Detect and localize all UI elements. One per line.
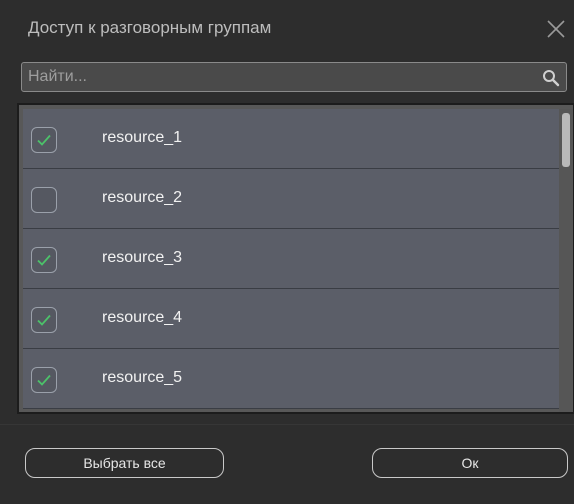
divider (0, 424, 574, 425)
dialog-title: Доступ к разговорным группам (28, 18, 272, 37)
search-icon[interactable] (542, 69, 560, 87)
list-item-label: resource_2 (102, 189, 183, 206)
list-item[interactable]: resource_4 (23, 289, 559, 349)
list-item-label: resource_4 (102, 309, 183, 326)
checkmark-icon (37, 314, 51, 326)
list-item[interactable]: resource_1 (23, 109, 559, 169)
checkmark-icon (37, 374, 51, 386)
list-item[interactable]: resource_3 (23, 229, 559, 289)
title-bar: Доступ к разговорным группам (0, 0, 574, 58)
resource-rows: resource_1 resource_2 resource_3 resourc… (23, 109, 559, 409)
search-input[interactable] (28, 63, 538, 91)
checkbox[interactable] (31, 127, 57, 153)
list-item[interactable]: resource_2 (23, 169, 559, 229)
ok-button[interactable]: Ок (372, 448, 568, 478)
search-box (21, 62, 567, 92)
list-item-label: resource_3 (102, 249, 183, 266)
checkmark-icon (37, 254, 51, 266)
checkbox[interactable] (31, 187, 57, 213)
checkbox[interactable] (31, 367, 57, 393)
checkmark-icon (37, 134, 51, 146)
list-item-label: resource_5 (102, 369, 183, 386)
scrollbar[interactable] (559, 109, 573, 412)
select-all-button[interactable]: Выбрать все (25, 448, 224, 478)
access-dialog: Доступ к разговорным группам Найти... re… (0, 0, 574, 504)
close-icon[interactable] (546, 19, 566, 39)
resource-list: resource_1 resource_2 resource_3 resourc… (17, 103, 574, 414)
checkbox[interactable] (31, 307, 57, 333)
list-item-label: resource_1 (102, 129, 183, 146)
scrollbar-thumb[interactable] (562, 113, 570, 167)
list-item[interactable]: resource_5 (23, 349, 559, 409)
checkbox[interactable] (31, 247, 57, 273)
